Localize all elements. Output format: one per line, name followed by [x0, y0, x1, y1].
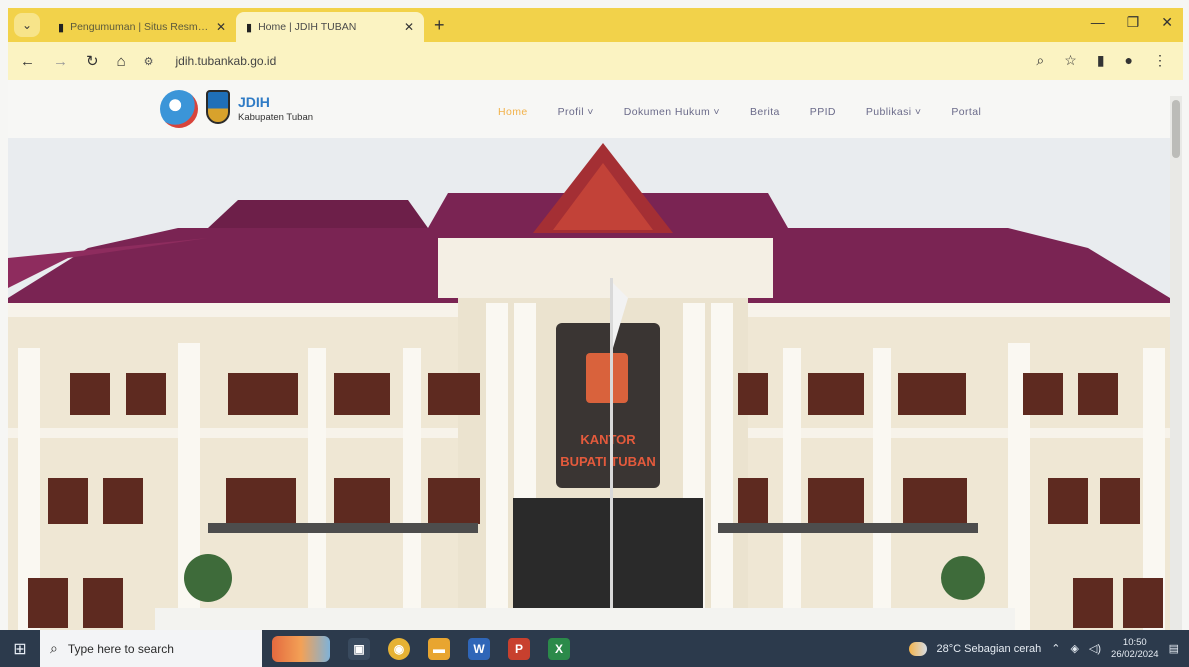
page-scrollbar[interactable]	[1170, 96, 1182, 638]
sign-line-2: BUPATI TUBAN	[560, 454, 656, 469]
network-icon[interactable]: ◈	[1070, 642, 1078, 655]
close-icon[interactable]: ✕	[404, 20, 414, 34]
sign-line-1: KANTOR	[580, 432, 636, 447]
chrome-icon[interactable]: ◉	[388, 637, 410, 660]
nav-profil[interactable]: Profil ˅	[558, 106, 594, 118]
zoom-icon[interactable]: ⌕	[1036, 52, 1044, 69]
new-tab-button[interactable]: +	[434, 15, 445, 36]
site-header: JDIH Kabupaten Tuban Home Profil ˅ Dokum…	[8, 80, 1170, 138]
sidepanel-icon[interactable]: ▮	[1097, 52, 1105, 69]
forward-icon[interactable]: →	[53, 53, 68, 70]
clock-time: 10:50	[1122, 636, 1147, 648]
system-tray: 28°C Sebagian cerah ⌃ ◈ ◁) 10:50 26/02/2…	[908, 630, 1189, 667]
tab-title: Home | JDIH TUBAN	[258, 21, 357, 33]
chevron-up-icon[interactable]: ⌃	[1051, 642, 1060, 655]
bookmark-star-icon[interactable]: ☆	[1064, 52, 1077, 69]
chevron-down-icon[interactable]: ⌄	[14, 13, 40, 37]
site-info-icon[interactable]: ⚙	[144, 55, 154, 68]
tab-title: Pengumuman | Situs Resmi Pe	[70, 21, 210, 33]
nav-ppid[interactable]: PPID	[810, 106, 836, 118]
jdih-globe-logo[interactable]	[160, 90, 198, 128]
nav-dokumen-hukum[interactable]: Dokumen Hukum ˅	[624, 106, 720, 118]
scrollbar-thumb[interactable]	[1172, 100, 1180, 158]
nav-home[interactable]: Home	[498, 106, 528, 118]
back-icon[interactable]: ←	[20, 53, 35, 70]
word-icon[interactable]: W	[468, 637, 490, 660]
weather-icon[interactable]	[908, 641, 927, 656]
clock-date: 26/02/2024	[1111, 648, 1159, 660]
brand-title[interactable]: JDIH	[238, 94, 270, 110]
tuban-shield-logo[interactable]	[206, 90, 230, 124]
address-bar: ← → ↻ ⌂ ⚙ jdih.tubankab.go.id ⌕ ☆ ▮ ● ⋮	[8, 42, 1183, 80]
clock[interactable]: 10:50 26/02/2024	[1111, 637, 1159, 661]
home-icon[interactable]: ⌂	[117, 53, 126, 70]
favicon-icon: ▮	[246, 21, 253, 34]
profile-icon[interactable]: ●	[1125, 52, 1133, 69]
tab-home-jdih[interactable]: ▮ Home | JDIH TUBAN ✕	[236, 12, 424, 42]
powerpoint-icon[interactable]: P	[508, 637, 530, 660]
minimize-icon[interactable]: —	[1091, 14, 1105, 31]
nav-berita[interactable]: Berita	[750, 106, 780, 118]
windows-start-icon[interactable]: ⊞	[0, 639, 40, 659]
search-icon: ⌕	[50, 640, 58, 656]
files-icon[interactable]: ▬	[428, 637, 450, 660]
browser-tab-bar: ⌄ ▮ Pengumuman | Situs Resmi Pe ✕ ▮ Home…	[8, 8, 1183, 42]
volume-icon[interactable]: ◁)	[1089, 642, 1101, 655]
main-nav: Home Profil ˅ Dokumen Hukum ˅ Berita PPI…	[498, 106, 981, 118]
url-field[interactable]: jdih.tubankab.go.id	[176, 54, 277, 68]
weather-text[interactable]: 28°C Sebagian cerah	[937, 643, 1042, 655]
taskview-icon[interactable]: ▣	[348, 637, 370, 660]
hero-building-image: KANTOR BUPATI TUBAN	[8, 138, 1170, 638]
close-icon[interactable]: ✕	[1161, 14, 1173, 31]
windows-taskbar: ⊞ ⌕ Type here to search ▣ ◉ ▬ W P X 28°C…	[0, 630, 1189, 667]
reload-icon[interactable]: ↻	[86, 52, 99, 70]
nav-publikasi[interactable]: Publikasi ˅	[866, 106, 921, 118]
notification-icon[interactable]: ▤	[1169, 642, 1179, 655]
restore-icon[interactable]: ❐	[1127, 14, 1140, 31]
nav-portal[interactable]: Portal	[951, 106, 981, 118]
taskbar-search-box[interactable]: ⌕ Type here to search	[40, 630, 262, 667]
search-highlight-image[interactable]	[272, 635, 330, 662]
close-icon[interactable]: ✕	[216, 20, 226, 34]
menu-icon[interactable]: ⋮	[1153, 52, 1167, 69]
favicon-icon: ▮	[58, 21, 65, 34]
excel-icon[interactable]: X	[548, 637, 570, 660]
brand-subtitle: Kabupaten Tuban	[238, 112, 314, 123]
tab-pengumuman[interactable]: ▮ Pengumuman | Situs Resmi Pe ✕	[48, 12, 236, 42]
search-placeholder: Type here to search	[67, 641, 174, 656]
